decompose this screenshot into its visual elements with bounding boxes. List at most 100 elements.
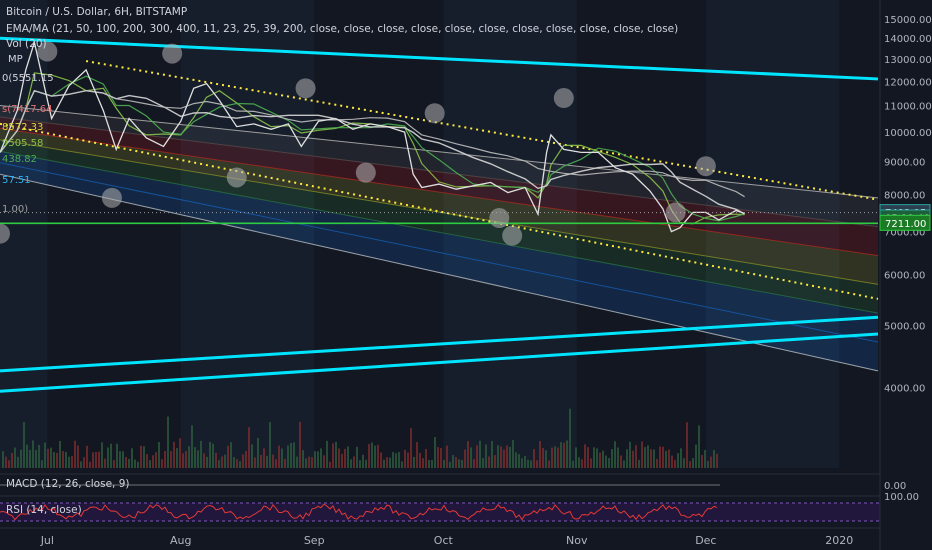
pivot-marker[interactable] xyxy=(695,156,716,177)
volume-bar xyxy=(278,445,280,468)
volume-bar xyxy=(431,460,433,468)
volume-bar xyxy=(38,444,40,468)
volume-bar xyxy=(401,461,403,468)
volume-bar xyxy=(386,457,388,468)
volume-bar xyxy=(74,440,76,468)
volume-bar xyxy=(581,459,583,468)
volume-bar xyxy=(428,459,430,468)
volume-bar xyxy=(161,459,163,468)
volume-bar xyxy=(365,459,367,468)
volume-bar xyxy=(302,450,304,468)
pivot-marker[interactable] xyxy=(489,208,510,229)
volume-bar xyxy=(530,460,532,468)
pivot-marker[interactable] xyxy=(295,78,316,99)
indicator-label: s(7417.64 xyxy=(2,104,53,115)
volume-bar xyxy=(98,451,100,468)
y-tick-label: 12000.00 xyxy=(884,77,932,88)
volume-bar xyxy=(425,449,427,468)
volume-bar xyxy=(116,443,118,468)
volume-bar xyxy=(695,444,697,468)
volume-bar xyxy=(212,443,214,468)
pivot-marker[interactable] xyxy=(665,202,686,223)
volume-bar xyxy=(614,441,616,468)
volume-bar xyxy=(548,460,550,468)
volume-bar xyxy=(701,455,703,468)
macd-axis-label: 0.00 xyxy=(884,481,906,492)
pivot-marker[interactable] xyxy=(553,88,574,109)
volume-bar xyxy=(623,460,625,468)
volume-bar xyxy=(467,441,469,468)
x-tick-label: Dec xyxy=(695,534,716,547)
volume-bar xyxy=(395,453,397,468)
macd-label[interactable]: MACD (12, 26, close, 9) xyxy=(6,478,129,490)
volume-bar xyxy=(83,457,85,468)
volume-bar xyxy=(590,458,592,468)
volume-bar xyxy=(131,448,133,468)
rsi-label[interactable]: RSI (14, close) xyxy=(6,504,82,516)
indicator-label: 57.51 xyxy=(2,175,31,186)
pivot-marker[interactable] xyxy=(226,167,247,188)
pivot-marker[interactable] xyxy=(101,187,122,208)
volume-bar xyxy=(77,445,79,468)
volume-bar xyxy=(20,449,22,468)
volume-bar xyxy=(434,437,436,468)
volume-bar xyxy=(626,449,628,468)
y-tick-label: 15000.00 xyxy=(884,15,932,26)
volume-bar xyxy=(350,459,352,468)
volume-bar xyxy=(158,442,160,468)
volume-bar xyxy=(215,452,217,468)
volume-bar xyxy=(167,416,169,468)
volume-bar xyxy=(404,449,406,468)
pivot-marker[interactable] xyxy=(355,162,376,183)
volume-bar xyxy=(464,449,466,468)
volume-bar xyxy=(479,440,481,468)
volume-bar xyxy=(656,458,658,468)
volume-bar xyxy=(707,460,709,468)
volume-bar xyxy=(596,448,598,468)
volume-bar xyxy=(470,447,472,468)
volume-bar xyxy=(275,459,277,468)
volume-bar xyxy=(689,461,691,468)
volume-bar xyxy=(518,454,520,468)
volume-bar xyxy=(599,452,601,468)
volume-bar xyxy=(14,447,16,468)
volume-bar xyxy=(338,448,340,468)
volume-bar xyxy=(44,442,46,468)
volume-bar xyxy=(497,445,499,468)
volume-bar xyxy=(257,438,259,468)
volume-bar xyxy=(239,461,241,468)
price-chart[interactable]: 15000.00 14000.00 13000.00 12000.00 11000.00… xyxy=(0,0,932,550)
volume-bar xyxy=(317,451,319,468)
volume-bar xyxy=(107,447,109,468)
volume-bar xyxy=(128,458,130,468)
volume-bar xyxy=(536,460,538,468)
volume-bar xyxy=(371,442,373,468)
volume-bar xyxy=(383,459,385,468)
volume-bar xyxy=(41,460,43,468)
ma-legend[interactable]: EMA/MA (21, 50, 100, 200, 300, 400, 11, … xyxy=(6,23,678,35)
pivot-marker[interactable] xyxy=(162,43,183,64)
volume-bar xyxy=(458,459,460,468)
y-tick-label: 9000.00 xyxy=(884,158,925,169)
volume-bar xyxy=(446,445,448,468)
volume-bar xyxy=(164,451,166,468)
chart-root[interactable]: 15000.00 14000.00 13000.00 12000.00 11000.00… xyxy=(0,0,932,550)
volume-legend[interactable]: Vol (20) xyxy=(6,38,47,50)
volume-bar xyxy=(713,450,715,468)
volume-bar xyxy=(242,454,244,468)
volume-bar xyxy=(179,438,181,468)
pivot-marker[interactable] xyxy=(502,225,523,246)
volume-bar xyxy=(146,454,148,468)
indicator-label: 8572.33 xyxy=(2,122,44,133)
volume-bar xyxy=(152,455,154,468)
volume-bar xyxy=(122,451,124,468)
volume-bar xyxy=(149,460,151,468)
volume-bar xyxy=(476,445,478,468)
volume-bar xyxy=(281,448,283,468)
pivot-marker[interactable] xyxy=(424,103,445,124)
volume-bar xyxy=(32,440,34,468)
volume-bar xyxy=(170,451,172,468)
volume-bar xyxy=(506,445,508,468)
volume-bar xyxy=(455,457,457,468)
indicator-label: 1.00) xyxy=(2,204,29,215)
